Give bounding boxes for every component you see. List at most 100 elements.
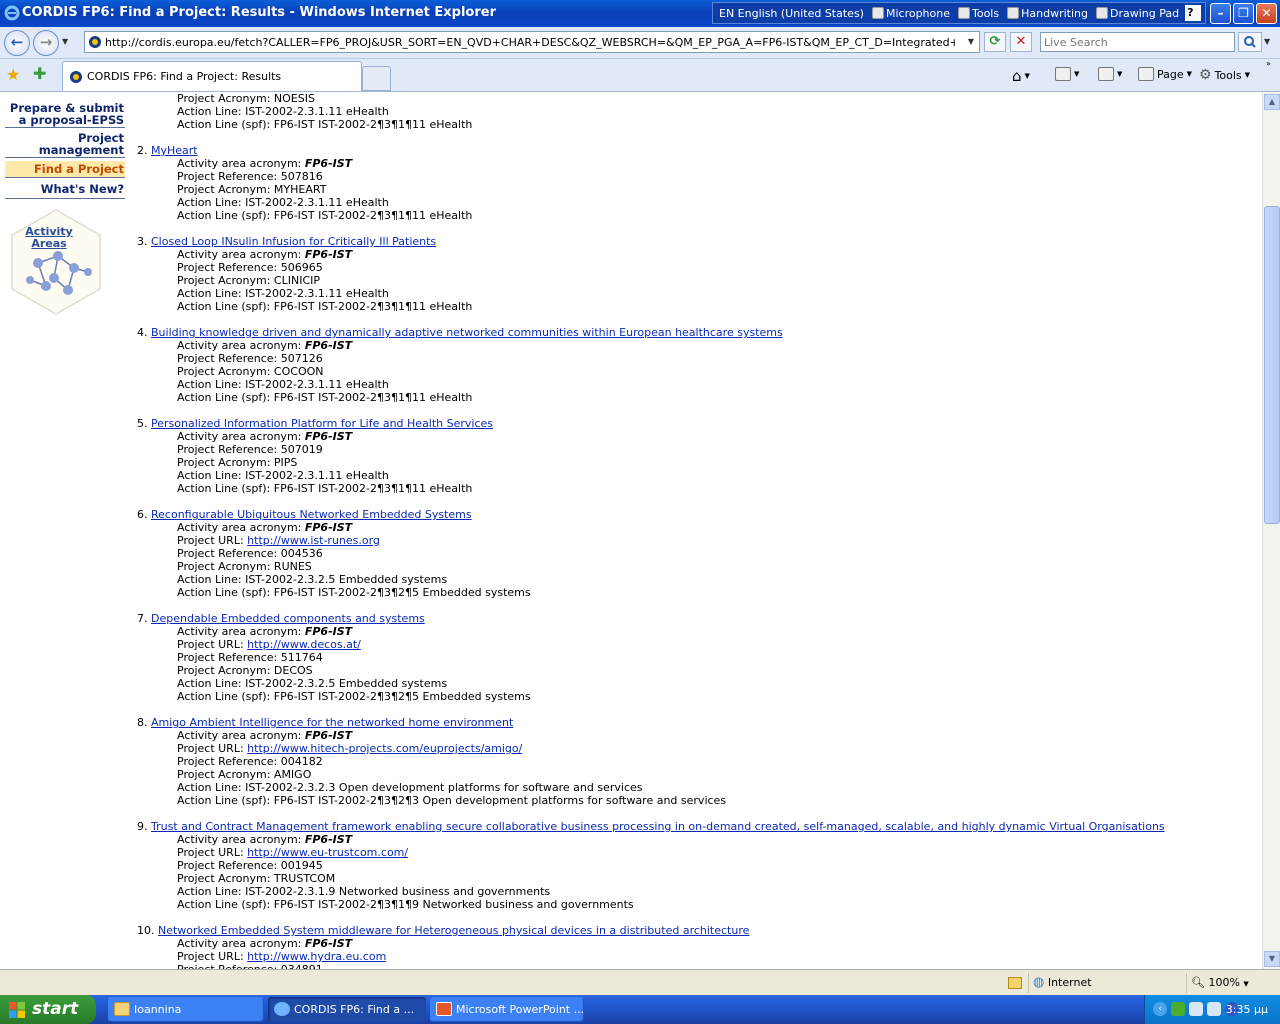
chevron-down-icon: ▼ (1117, 70, 1123, 78)
home-button[interactable]: ⌂ ▼ (1012, 67, 1030, 85)
help-button[interactable]: ? (1185, 5, 1202, 21)
search-options-dropdown[interactable]: ▼ (1264, 37, 1270, 46)
language-bar[interactable]: EN English (United States) Microphone To… (712, 2, 1207, 24)
feeds-button[interactable]: ▼ (1055, 67, 1079, 81)
zoom-control[interactable]: 🔍︎ 100% ▼ (1186, 973, 1266, 993)
nav-find-a-project[interactable]: Find a Project (5, 161, 125, 178)
address-dropdown-icon[interactable]: ▼ (965, 35, 977, 49)
task-cordis-ie[interactable]: CORDIS FP6: Find a ... (268, 997, 426, 1022)
project-url-link[interactable]: http://www.eu-trustcom.com/ (247, 846, 408, 859)
start-button[interactable]: start (0, 995, 96, 1024)
ie-logo-icon (274, 1002, 290, 1016)
protected-mode-panel[interactable] (1004, 973, 1028, 993)
project-url-field: Project URL: http://www.decos.at/ (137, 638, 1237, 651)
page-menu-label: Page (1157, 67, 1184, 81)
security-shield-icon[interactable] (1171, 1002, 1185, 1016)
result-field: Project Acronym: RUNES (177, 560, 312, 573)
activity-area-value: FP6-IST (304, 157, 353, 170)
url-text[interactable]: http://cordis.europa.eu/fetch?CALLER=FP6… (105, 36, 955, 49)
print-button[interactable]: ▼ (1098, 67, 1122, 81)
drawing-pad-button[interactable]: Drawing Pad (1094, 7, 1181, 20)
scroll-down-arrow-icon[interactable]: ▼ (1264, 951, 1280, 967)
activity-area-field: Activity area acronym: FP6-IST (137, 248, 1237, 261)
expand-tray-icon[interactable]: ‹ (1153, 1002, 1167, 1016)
language-selector[interactable]: EN English (United States) (717, 7, 866, 20)
stop-icon: ✕ (1015, 34, 1027, 49)
result-field: Action Line (spf): FP6-IST IST-2002-2¶3¶… (177, 209, 473, 222)
result-field: Project Acronym: COCOON (177, 365, 324, 378)
result-title-link[interactable]: Closed Loop INsulin Infusion for Critica… (151, 235, 436, 248)
network-icon[interactable] (1189, 1002, 1203, 1016)
stop-button[interactable]: ✕ (1010, 32, 1032, 52)
zone-panel[interactable]: ◍ Internet (1028, 973, 1182, 993)
activity-area-label: Activity area acronym: (177, 339, 305, 352)
handwriting-button[interactable]: Handwriting (1005, 7, 1090, 20)
activity-area-field: Activity area acronym: FP6-IST (137, 937, 1237, 950)
project-url-link[interactable]: http://www.decos.at/ (247, 638, 361, 651)
maximize-button[interactable]: ❐ (1233, 3, 1254, 24)
favorites-star-icon[interactable]: ★ (6, 65, 20, 84)
result-title-link[interactable]: Building knowledge driven and dynamicall… (151, 326, 783, 339)
result-item: 9. Trust and Contract Management framewo… (137, 820, 1237, 911)
result-heading: 5. Personalized Information Platform for… (137, 417, 1237, 430)
vertical-scrollbar[interactable]: ▲ ▼ (1262, 92, 1280, 969)
search-box[interactable] (1040, 32, 1235, 52)
forward-button[interactable]: → (33, 30, 59, 56)
sound-icon[interactable] (1207, 1002, 1221, 1016)
address-field[interactable]: http://cordis.europa.eu/fetch?CALLER=FP6… (84, 31, 980, 53)
left-navigation: Prepare & submit a proposal-EPSS Project… (5, 92, 125, 199)
microphone-button[interactable]: Microphone (870, 7, 952, 20)
system-tray: ‹ 3:35 μμ (1144, 995, 1280, 1024)
project-url-label: Project URL: (177, 638, 248, 651)
tab-cordis-results[interactable]: CORDIS FP6: Find a Project: Results (62, 61, 362, 91)
result-field: Project Reference: 507019 (177, 443, 323, 456)
result-title-link[interactable]: Trust and Contract Management framework … (151, 820, 1165, 833)
search-input[interactable] (1041, 33, 1234, 51)
result-field: Action Line: IST-2002-2.3.1.9 Networked … (177, 885, 551, 898)
powerpoint-icon (436, 1002, 452, 1016)
page-menu[interactable]: Page ▼ (1138, 67, 1192, 81)
result-title-link[interactable]: Dependable Embedded components and syste… (151, 612, 425, 625)
forward-arrow-icon: → (39, 33, 53, 51)
result-title-link[interactable]: MyHeart (151, 144, 198, 157)
status-bar: ◍ Internet 🔍︎ 100% ▼ (0, 969, 1280, 995)
back-button[interactable]: ← (4, 30, 30, 56)
result-item: 8. Amigo Ambient Intelligence for the ne… (137, 716, 1237, 807)
activity-areas-link[interactable]: Activity Areas (8, 208, 104, 316)
result-title-link[interactable]: Personalized Information Platform for Li… (151, 417, 493, 430)
add-favorites-icon[interactable]: ✚ (33, 64, 46, 83)
tools-button[interactable]: Tools (956, 7, 1001, 20)
refresh-button[interactable]: ⟳ (984, 32, 1006, 52)
task-ioannina[interactable]: Ioannina (108, 997, 264, 1022)
nav-whats-new[interactable]: What's New? (5, 178, 125, 199)
toolbar-overflow[interactable]: » (1266, 59, 1271, 68)
search-button[interactable] (1238, 32, 1262, 52)
project-url-link[interactable]: http://www.ist-runes.org (247, 534, 380, 547)
scroll-up-arrow-icon[interactable]: ▲ (1264, 94, 1280, 110)
activity-area-label: Activity area acronym: (177, 521, 305, 534)
rss-icon (1055, 67, 1071, 81)
scroll-thumb[interactable] (1264, 206, 1280, 524)
nav-prepare-submit[interactable]: Prepare & submit a proposal-EPSS (5, 92, 125, 128)
printer-icon (1098, 67, 1114, 81)
result-field: Project Acronym: CLINICIP (177, 274, 321, 287)
result-title-link[interactable]: Reconfigurable Ubiquitous Networked Embe… (151, 508, 472, 521)
activity-area-label: Activity area acronym: (177, 625, 305, 638)
close-button[interactable]: ✕ (1256, 3, 1277, 24)
result-title-link[interactable]: Amigo Ambient Intelligence for the netwo… (151, 716, 513, 729)
nav-project-management[interactable]: Project management (5, 128, 125, 158)
result-field: Action Line (spf): FP6-IST IST-2002-2¶3¶… (177, 482, 473, 495)
result-title-link[interactable]: Networked Embedded System middleware for… (158, 924, 749, 937)
activity-areas-label[interactable]: Activity Areas (20, 226, 78, 250)
clock[interactable]: 3:35 μμ (1226, 995, 1268, 1024)
task-powerpoint[interactable]: Microsoft PowerPoint ... (430, 997, 584, 1022)
new-tab-button[interactable] (362, 66, 391, 91)
project-url-link[interactable]: http://www.hitech-projects.com/euproject… (247, 742, 522, 755)
chevron-down-icon: ▼ (1024, 72, 1030, 80)
tools-menu[interactable]: ⚙ Tools ▼ (1199, 67, 1250, 83)
drawing-pad-label: Drawing Pad (1109, 6, 1180, 20)
minimize-button[interactable]: – (1210, 3, 1231, 24)
recent-pages-dropdown[interactable]: ▼ (62, 37, 72, 47)
project-url-link[interactable]: http://www.hydra.eu.com (247, 950, 386, 963)
result-field: Project Reference: 001945 (177, 859, 323, 872)
